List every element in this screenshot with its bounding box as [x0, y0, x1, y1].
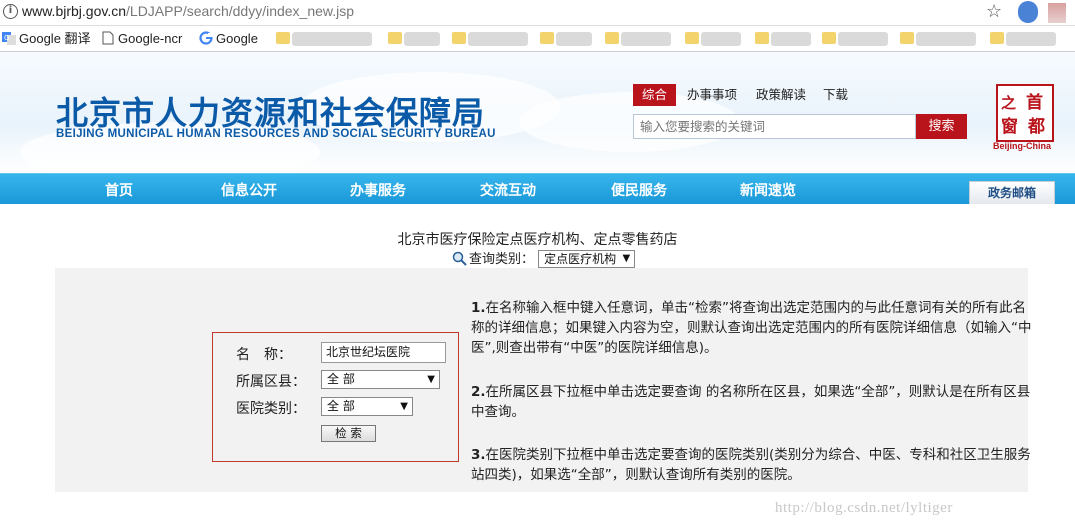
blurred-bookmark[interactable] [556, 32, 592, 46]
name-input[interactable]: 北京世纪坛医院 [321, 342, 446, 363]
bookmark-google-ncr[interactable]: Google-ncr [101, 31, 182, 47]
extension-icon[interactable] [1018, 1, 1038, 23]
top-nav-item-comprehensive[interactable]: 综合 [633, 84, 677, 106]
magnifier-icon [452, 251, 467, 266]
folder-icon[interactable] [755, 32, 769, 44]
instruction-number: 3. [471, 447, 486, 463]
main-nav-item-interaction[interactable]: 交流互动 [480, 180, 536, 200]
blurred-bookmark[interactable] [916, 32, 976, 46]
main-nav-item-info[interactable]: 信息公开 [221, 180, 277, 200]
svg-text:之: 之 [1001, 94, 1016, 112]
instruction-text: 在所属区县下拉框中单击选定要查询 的名称所在区县，如果选“全部”，则默认是在所有… [471, 384, 1031, 420]
name-label: 名 称： [236, 347, 292, 363]
bookmark-google-translate[interactable]: G Google 翻译 [2, 31, 91, 47]
folder-icon[interactable] [685, 32, 699, 44]
blurred-bookmark[interactable] [468, 32, 528, 46]
top-nav-item-affairs[interactable]: 办事事项 [687, 84, 737, 106]
bookmark-label: Google-ncr [118, 31, 183, 46]
bookmarks-bar: G Google 翻译 Google-ncr Google [0, 26, 1075, 52]
svg-text:都: 都 [1027, 116, 1045, 137]
dropdown-arrow-icon: ▼ [622, 253, 631, 264]
instruction-number: 1. [471, 300, 486, 316]
blurred-bookmark[interactable] [292, 32, 372, 46]
url-host: www.bjrbj.gov.cn [22, 3, 127, 19]
bookmark-star-icon[interactable]: ☆ [986, 1, 1002, 22]
main-nav-item-news[interactable]: 新闻速览 [740, 180, 796, 200]
blurred-bookmark[interactable] [771, 32, 811, 46]
gov-mailbox-tab[interactable]: 政务邮箱 [969, 181, 1055, 204]
top-nav-item-download[interactable]: 下载 [823, 84, 848, 106]
site-title-en: BEIJING MUNICIPAL HUMAN RESOURCES AND SO… [56, 128, 496, 140]
blurred-bookmark[interactable] [838, 32, 888, 46]
instruction-1: 1.在名称输入框中键入任意词，单击“检索”将查询出选定范围内的与此任意词有关的所… [471, 298, 1037, 358]
blurred-bookmark[interactable] [1006, 32, 1056, 46]
folder-icon[interactable] [540, 32, 554, 44]
folder-icon[interactable] [605, 32, 619, 44]
folder-icon[interactable] [388, 32, 402, 44]
google-icon [199, 31, 213, 45]
query-title: 北京市医疗保险定点医疗机构、定点零售药店 [397, 232, 678, 248]
site-search-field[interactable] [633, 114, 916, 139]
dropdown-arrow-icon: ▼ [400, 401, 408, 412]
main-nav-item-convenience[interactable]: 便民服务 [611, 180, 667, 200]
folder-icon[interactable] [900, 32, 914, 44]
blurred-bookmark[interactable] [404, 32, 440, 46]
bookmark-label: Google 翻译 [19, 31, 91, 46]
google-translate-icon: G [2, 32, 16, 45]
instruction-3: 3.在医院类别下拉框中单击选定要查询的医院类别(类别分为综合、中医、专科和社区卫… [471, 445, 1037, 485]
query-type-value: 定点医疗机构 [544, 252, 617, 266]
dropdown-arrow-icon: ▼ [427, 374, 435, 385]
folder-icon[interactable] [452, 32, 466, 44]
svg-text:首: 首 [1026, 92, 1043, 113]
folder-icon[interactable] [822, 32, 836, 44]
query-type-select[interactable]: 定点医疗机构 ▼ [538, 250, 636, 268]
hospital-type-value: 全 部 [327, 399, 355, 413]
bookmark-label: Google [216, 31, 258, 46]
query-type-label: 查询类别： [469, 252, 535, 267]
hospital-type-select[interactable]: 全 部 ▼ [321, 397, 413, 416]
district-value: 全 部 [327, 372, 355, 386]
address-bar[interactable]: i www.bjrbj.gov.cn/LDJAPP/search/ddyy/in… [0, 0, 1075, 26]
query-type-row: 查询类别： 定点医疗机构 ▼ [452, 248, 636, 268]
svg-text:G: G [4, 34, 9, 42]
instruction-text: 在名称输入框中键入任意词，单击“检索”将查询出选定范围内的与此任意词有关的所有此… [471, 300, 1032, 356]
bookmark-google[interactable]: Google [199, 31, 258, 47]
query-search-button[interactable]: 检 索 [321, 425, 376, 442]
top-nav-item-policy[interactable]: 政策解读 [756, 84, 806, 106]
folder-icon[interactable] [276, 32, 290, 44]
url-path: /LDJAPP/search/ddyy/index_new.jsp [126, 3, 355, 19]
instruction-text: 在医院类别下拉框中单击选定要查询的医院类别(类别分为综合、中医、专科和社区卫生服… [471, 447, 1031, 483]
page-icon [102, 31, 114, 45]
seal-caption: Beijing-China [993, 141, 1051, 151]
blurred-bookmark[interactable] [621, 32, 671, 46]
site-search-input[interactable] [634, 115, 915, 138]
blurred-bookmark[interactable] [701, 32, 741, 46]
instruction-2: 2.在所属区县下拉框中单击选定要查询 的名称所在区县，如果选“全部”，则默认是在… [471, 382, 1037, 422]
folder-icon[interactable] [990, 32, 1004, 44]
district-select[interactable]: 全 部 ▼ [321, 370, 440, 389]
extension-icon-2[interactable] [1048, 3, 1066, 23]
instruction-number: 2. [471, 384, 486, 400]
district-label: 所属区县： [236, 374, 306, 390]
main-nav-item-home[interactable]: 首页 [105, 180, 133, 200]
capital-window-logo-icon[interactable]: 首 都 之 窗 [996, 84, 1054, 142]
svg-text:窗: 窗 [1001, 116, 1018, 137]
site-search-button[interactable]: 搜索 [916, 114, 967, 139]
main-nav: 首页 信息公开 办事服务 交流互动 便民服务 新闻速览 [0, 173, 1075, 204]
url-text[interactable]: www.bjrbj.gov.cn/LDJAPP/search/ddyy/inde… [22, 3, 354, 19]
hospital-type-label: 医院类别： [236, 401, 306, 417]
watermark: http://blog.csdn.net/lyltiger [775, 500, 953, 516]
main-nav-item-services[interactable]: 办事服务 [350, 180, 406, 200]
info-icon[interactable]: i [3, 4, 18, 19]
